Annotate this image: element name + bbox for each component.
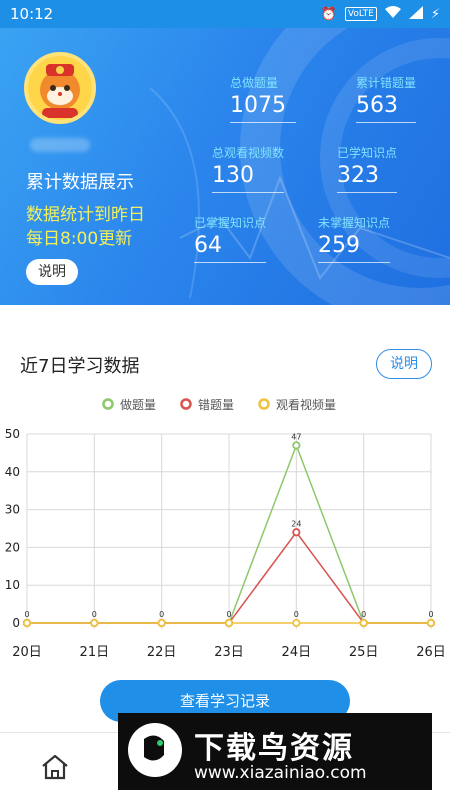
data-label: 0 — [428, 610, 433, 619]
alarm-icon: ⏰ — [320, 6, 337, 22]
stat-total-wrong: 累计错题量 563 — [356, 74, 417, 123]
legend-marker — [258, 398, 270, 410]
legend-label: 错题量 — [198, 398, 234, 412]
x-tick-label: 20日 — [12, 645, 42, 660]
data-label: 47 — [291, 432, 301, 441]
stat-value: 563 — [356, 93, 417, 123]
data-label: 0 — [24, 610, 29, 619]
stat-value: 259 — [318, 233, 391, 263]
line-chart: 做题量 错题量 观看视频量 0 10 20 30 40 50 20日 21日 22日 23日 24日 25日… — [5, 397, 446, 660]
data-label: 0 — [159, 610, 164, 619]
stats-hero: 累计数据展示 数据统计到昨日 每日8:00更新 说明 总做题量 1075 累计错… — [0, 28, 450, 305]
data-point — [426, 618, 436, 628]
stat-label: 累计错题量 — [356, 76, 417, 90]
data-point — [224, 618, 234, 628]
data-point — [22, 618, 32, 628]
y-tick-label: 30 — [5, 503, 20, 517]
bird-logo-icon — [128, 723, 182, 777]
weekly-chart: 做题量 错题量 观看视频量 0 10 20 30 40 50 20日 21日 22日 23日 24日 25日… — [0, 390, 450, 670]
stat-label: 未掌握知识点 — [318, 216, 391, 230]
legend-marker — [180, 398, 192, 410]
hero-title: 累计数据展示 — [26, 172, 134, 193]
stat-total-videos: 总观看视频数 130 — [212, 144, 285, 193]
section-title: 近7日学习数据 — [20, 356, 140, 377]
username-blurred — [30, 138, 90, 152]
wifi-icon — [384, 5, 401, 23]
tiger-mascot-icon — [40, 64, 80, 118]
watermark-url: www.xiazainiao.com — [194, 763, 367, 783]
hero-note-line2: 每日8:00更新 — [26, 229, 133, 249]
y-tick-label: 40 — [5, 465, 20, 479]
stat-value: 1075 — [230, 93, 296, 123]
stat-learned-points: 已学知识点 323 — [337, 144, 398, 193]
battery-icon: ⚡ — [430, 6, 440, 22]
section-explain-button[interactable]: 说明 — [376, 349, 432, 379]
watermark-banner: 下载鸟资源 www.xiazainiao.com — [118, 713, 432, 790]
stat-mastered-points: 已掌握知识点 64 — [194, 214, 267, 263]
data-point — [292, 528, 301, 537]
status-bar: 10:12 ⏰ VoLTE ⚡ — [0, 0, 450, 28]
volte-badge: VoLTE — [344, 7, 377, 21]
y-tick-label: 10 — [5, 578, 20, 592]
data-label: 0 — [226, 610, 231, 619]
y-tick-label: 0 — [12, 616, 20, 630]
stat-label: 已学知识点 — [337, 146, 398, 160]
avatar[interactable] — [24, 52, 96, 124]
y-tick-label: 20 — [5, 540, 20, 554]
data-point — [90, 618, 99, 628]
watermark-brand: 下载鸟资源 — [194, 731, 354, 766]
x-tick-label: 21日 — [80, 645, 110, 660]
status-time: 10:12 — [10, 5, 54, 23]
x-tick-label: 25日 — [349, 645, 379, 660]
legend-label: 做题量 — [120, 397, 156, 412]
stat-total-questions: 总做题量 1075 — [230, 74, 296, 123]
data-point — [157, 618, 166, 628]
data-point — [292, 618, 301, 628]
stat-value: 323 — [337, 163, 398, 193]
x-tick-label: 23日 — [214, 645, 244, 660]
hero-note-line1: 数据统计到昨日 — [26, 205, 145, 225]
data-point — [292, 441, 301, 450]
legend-marker — [102, 398, 114, 410]
stat-value: 64 — [194, 233, 267, 263]
data-label: 24 — [291, 519, 301, 528]
status-icons: ⏰ VoLTE ⚡ — [320, 5, 440, 23]
data-label: 0 — [294, 610, 299, 619]
stat-label: 总观看视频数 — [212, 146, 285, 160]
legend-label: 观看视频量 — [276, 397, 336, 412]
stat-unmastered-points: 未掌握知识点 259 — [318, 214, 391, 263]
stat-label: 已掌握知识点 — [194, 216, 267, 230]
home-icon[interactable] — [40, 753, 70, 781]
stat-value: 130 — [212, 163, 285, 193]
data-point — [359, 618, 368, 628]
stat-label: 总做题量 — [230, 76, 279, 90]
x-tick-label: 24日 — [282, 645, 312, 660]
signal-icon — [408, 5, 423, 23]
data-label: 0 — [361, 610, 366, 619]
y-tick-label: 50 — [5, 427, 20, 441]
hero-explain-button[interactable]: 说明 — [26, 259, 78, 285]
data-label: 0 — [92, 610, 97, 619]
x-tick-label: 22日 — [147, 645, 177, 660]
x-tick-label: 26日 — [416, 645, 446, 660]
